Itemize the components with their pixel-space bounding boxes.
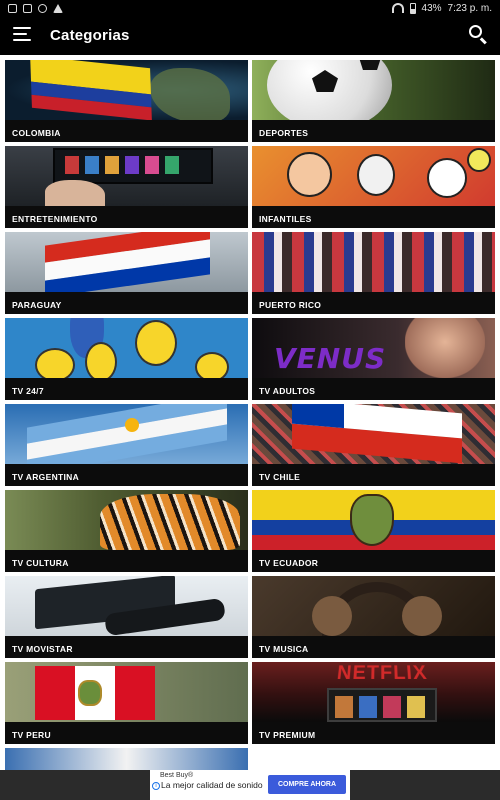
ad-cta-button[interactable]: COMPRE AHORA bbox=[268, 775, 346, 794]
notification-icons bbox=[8, 4, 63, 13]
category-label: COLOMBIA bbox=[5, 120, 248, 142]
category-label: TV PREMIUM bbox=[252, 722, 495, 744]
category-card-partial[interactable] bbox=[5, 748, 248, 770]
status-bar: 43% 7:23 p. m. bbox=[0, 0, 500, 16]
category-label: PARAGUAY bbox=[5, 292, 248, 314]
category-card-entretenimiento[interactable]: ENTRETENIMIENTO bbox=[5, 146, 248, 228]
puerto-rico-crowd-thumbnail bbox=[252, 232, 495, 292]
ad-info-icon[interactable]: i bbox=[152, 782, 160, 790]
simpsons-thumbnail bbox=[5, 318, 248, 378]
ad-banner-bar: Best Buy® i La mejor calidad de sonido C… bbox=[0, 770, 500, 800]
category-label: TV MOVISTAR bbox=[5, 636, 248, 658]
category-card-puerto-rico[interactable]: PUERTO RICO bbox=[252, 232, 495, 314]
category-label: TV ECUADOR bbox=[252, 550, 495, 572]
category-card-tv-premium[interactable]: NETFLIX TV PREMIUM bbox=[252, 662, 495, 744]
decoder-remote-thumbnail bbox=[5, 576, 248, 636]
netflix-logo-text: NETFLIX bbox=[336, 663, 429, 686]
battery-icon bbox=[410, 3, 416, 14]
paraguay-flag-thumbnail bbox=[5, 232, 248, 292]
category-grid: COLOMBIA DEPORTES ENTRETENIMIENTO INFANT… bbox=[0, 55, 500, 770]
category-label: TV ADULTOS bbox=[252, 378, 495, 400]
category-card-tv-ecuador[interactable]: TV ECUADOR bbox=[252, 490, 495, 572]
ad-brand: Best Buy® bbox=[160, 772, 193, 779]
category-card-tv-24-7[interactable]: TV 24/7 bbox=[5, 318, 248, 400]
category-card-tv-movistar[interactable]: TV MOVISTAR bbox=[5, 576, 248, 658]
category-label: ENTRETENIMIENTO bbox=[5, 206, 248, 228]
colombia-flag-thumbnail bbox=[5, 60, 248, 120]
ecuador-flag-thumbnail bbox=[252, 490, 495, 550]
category-label: DEPORTES bbox=[252, 120, 495, 142]
category-label: INFANTILES bbox=[252, 206, 495, 228]
soccer-ball-thumbnail bbox=[252, 60, 495, 120]
app-bar: Categorias bbox=[0, 16, 500, 54]
category-label: PUERTO RICO bbox=[252, 292, 495, 314]
ad-text: La mejor calidad de sonido bbox=[161, 780, 266, 790]
page-title: Categorias bbox=[50, 27, 130, 44]
tiger-thumbnail bbox=[5, 490, 248, 550]
venus-logo-text: VENUS bbox=[274, 342, 386, 375]
message-notification-icon bbox=[8, 4, 17, 13]
headphones-thumbnail bbox=[252, 576, 495, 636]
category-label: TV PERU bbox=[5, 722, 248, 744]
facebook-notification-icon bbox=[38, 4, 47, 13]
search-icon[interactable] bbox=[469, 25, 489, 45]
category-card-tv-chile[interactable]: TV CHILE bbox=[252, 404, 495, 486]
argentina-flag-thumbnail bbox=[5, 404, 248, 464]
category-card-infantiles[interactable]: INFANTILES bbox=[252, 146, 495, 228]
category-card-colombia[interactable]: COLOMBIA bbox=[5, 60, 248, 142]
tv-remote-thumbnail bbox=[5, 146, 248, 206]
category-label: TV CHILE bbox=[252, 464, 495, 486]
category-card-paraguay[interactable]: PARAGUAY bbox=[5, 232, 248, 314]
peru-flag-thumbnail bbox=[5, 662, 248, 722]
category-card-tv-cultura[interactable]: TV CULTURA bbox=[5, 490, 248, 572]
category-card-tv-adultos[interactable]: VENUS TV ADULTOS bbox=[252, 318, 495, 400]
netflix-thumbnail: NETFLIX bbox=[252, 662, 495, 722]
category-card-deportes[interactable]: DEPORTES bbox=[252, 60, 495, 142]
hamburger-menu-icon[interactable] bbox=[13, 27, 31, 41]
clock: 7:23 p. m. bbox=[448, 3, 492, 14]
category-label: TV 24/7 bbox=[5, 378, 248, 400]
category-card-tv-musica[interactable]: TV MUSICA bbox=[252, 576, 495, 658]
category-label: TV CULTURA bbox=[5, 550, 248, 572]
category-label: TV MUSICA bbox=[252, 636, 495, 658]
uruguay-flag-thumbnail bbox=[5, 748, 248, 770]
image-notification-icon bbox=[23, 4, 32, 13]
system-indicators: 43% 7:23 p. m. bbox=[392, 3, 492, 14]
category-card-tv-argentina[interactable]: TV ARGENTINA bbox=[5, 404, 248, 486]
chile-flag-thumbnail bbox=[252, 404, 495, 464]
category-label: TV ARGENTINA bbox=[5, 464, 248, 486]
cartoon-characters-thumbnail bbox=[252, 146, 495, 206]
telegram-notification-icon bbox=[53, 4, 63, 13]
ad-banner[interactable]: Best Buy® i La mejor calidad de sonido C… bbox=[150, 770, 350, 800]
category-card-tv-peru[interactable]: TV PERU bbox=[5, 662, 248, 744]
battery-percent: 43% bbox=[422, 3, 442, 14]
wifi-icon bbox=[392, 3, 404, 13]
venus-thumbnail: VENUS bbox=[252, 318, 495, 378]
